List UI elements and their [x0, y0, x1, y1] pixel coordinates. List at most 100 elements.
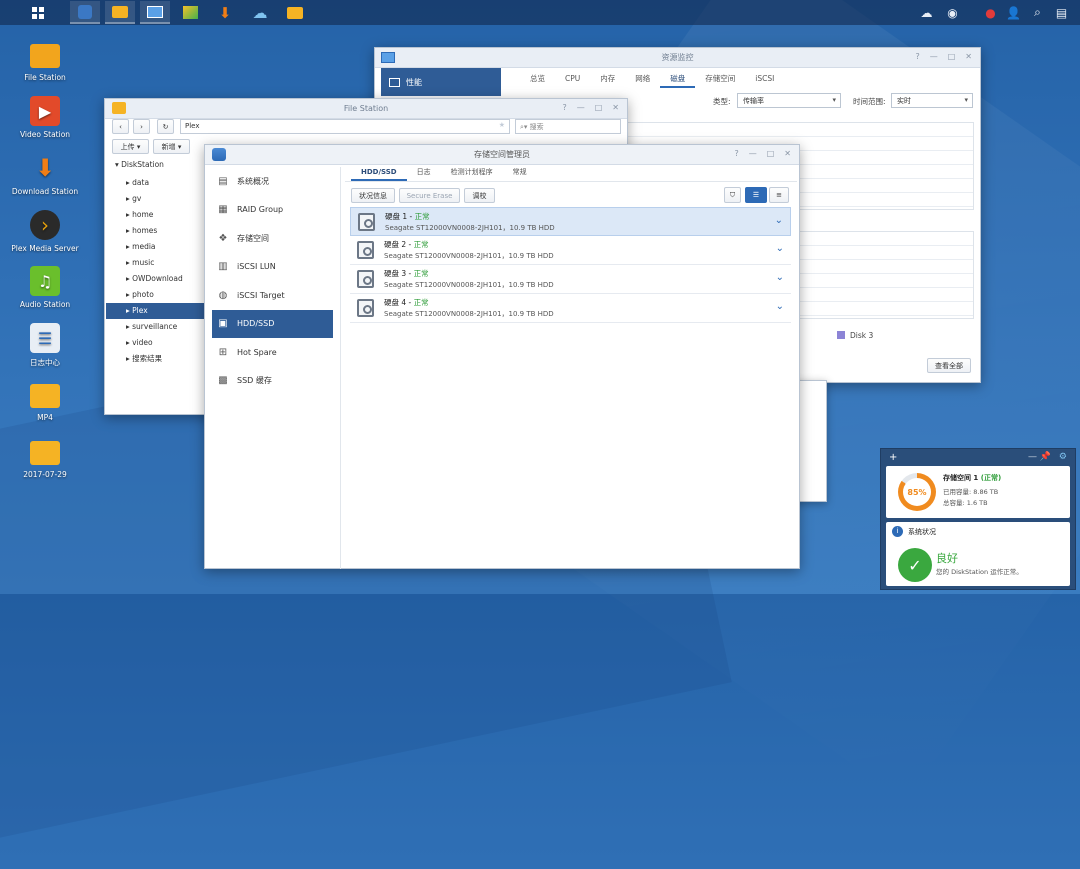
secure-erase-button[interactable]: Secure Erase [399, 188, 460, 203]
taskbar-file-station[interactable] [105, 1, 135, 24]
desktop-icon[interactable]: ⬇ Download Station [8, 153, 82, 196]
status-icon[interactable]: ◉ [944, 4, 961, 21]
sm-tab[interactable]: 检测计划程序 [441, 163, 503, 181]
folder-tree-item[interactable]: ▸ 搜索结果 [106, 351, 206, 367]
rm-tab[interactable]: 磁盘 [660, 70, 696, 88]
cloud-sync-icon[interactable]: ☁ [918, 4, 935, 21]
close-icon[interactable]: ✕ [784, 149, 791, 158]
folder-tree-item[interactable]: ▸ homes [106, 223, 206, 239]
pin-icon[interactable]: 📌 [1040, 452, 1051, 462]
close-icon[interactable]: ✕ [612, 103, 619, 112]
folder-tree-item[interactable]: ▸ music [106, 255, 206, 271]
status-info-button[interactable]: 状况信息 [351, 188, 395, 203]
taskbar-photo[interactable] [175, 1, 205, 24]
maximize-icon[interactable]: □ [948, 52, 956, 61]
rm-tab[interactable]: 内存 [590, 70, 625, 88]
new-button[interactable]: 新增 ▾ [153, 139, 190, 154]
chevron-down-icon[interactable]: ⌄ [776, 301, 784, 312]
adjust-button[interactable]: 调校 [464, 188, 495, 203]
taskbar-resource-monitor[interactable] [140, 1, 170, 24]
chevron-down-icon[interactable]: ⌄ [775, 215, 783, 226]
filter-button[interactable]: ⛉ [724, 187, 741, 203]
folder-tree-item[interactable]: ▸ media [106, 239, 206, 255]
desktop-icon[interactable]: ☰ 日志中心 [8, 323, 82, 368]
notification-icon[interactable]: ● [982, 4, 999, 21]
folder-tree-item[interactable]: ▸ OWDownload [106, 271, 206, 287]
minimize-icon[interactable]: — [577, 103, 585, 112]
widgets-icon[interactable]: ▤ [1053, 4, 1070, 21]
disk-row[interactable]: 硬盘 3 - 正常 Seagate ST12000VN0008-2JH101，10… [350, 265, 791, 294]
rm-tab[interactable]: 总览 [520, 70, 555, 88]
back-button[interactable]: ‹ [112, 119, 129, 134]
detail-view-button[interactable]: ☰ [745, 187, 767, 203]
desktop-icon-label: 日志中心 [30, 358, 60, 367]
folder-tree-item[interactable]: ▸ home [106, 207, 206, 223]
desktop-icon[interactable]: File Station [8, 40, 82, 82]
sm-side-item[interactable]: ▤ 系统概况 [205, 167, 340, 196]
taskbar-download[interactable]: ⬇ [210, 1, 240, 24]
star-icon[interactable]: ★ [499, 121, 505, 129]
sm-tab[interactable]: HDD/SSD [351, 163, 407, 181]
maximize-icon[interactable]: □ [595, 103, 603, 112]
rm-tab[interactable]: 存储空间 [695, 70, 745, 88]
help-icon[interactable]: ? [562, 103, 566, 112]
taskbar-storage-manager[interactable] [70, 1, 100, 24]
sm-side-item[interactable]: ◍ iSCSI Target [205, 281, 340, 310]
chevron-down-icon[interactable]: ⌄ [776, 243, 784, 254]
search-field[interactable]: ⌕▾ 搜索 [515, 119, 621, 134]
rm-tab[interactable]: CPU [555, 70, 590, 88]
rm-tab[interactable]: iSCSI [745, 70, 784, 88]
desktop-icon[interactable]: MP4 [8, 380, 82, 422]
main-menu-button[interactable] [23, 1, 53, 24]
path-field[interactable]: Plex ★ [180, 119, 510, 134]
folder-tree-item[interactable]: ▸ surveillance [106, 319, 206, 335]
minimize-icon[interactable]: — [930, 52, 938, 61]
desktop-icon[interactable]: ♫ Audio Station [8, 266, 82, 309]
upload-button[interactable]: 上传 ▾ [112, 139, 149, 154]
minimize-icon[interactable]: — [1028, 452, 1037, 462]
close-icon[interactable]: ✕ [965, 52, 972, 61]
help-icon[interactable]: ? [915, 52, 919, 61]
disk-row[interactable]: 硬盘 2 - 正常 Seagate ST12000VN0008-2JH101，10… [350, 236, 791, 265]
folder-tree-item[interactable]: ▸ data [106, 175, 206, 191]
window-titlebar[interactable]: 资源监控 ? — □ ✕ [375, 48, 980, 68]
forward-button[interactable]: › [133, 119, 150, 134]
folder-tree-item[interactable]: ▸ video [106, 335, 206, 351]
sm-side-item[interactable]: ⊞ Hot Spare [205, 338, 340, 367]
help-icon[interactable]: ? [734, 149, 738, 158]
desktop-icon[interactable]: ▶ Video Station [8, 96, 82, 139]
view-all-button[interactable]: 查看全部 [927, 358, 971, 373]
add-widget-icon[interactable]: + [889, 452, 897, 463]
desktop-icon[interactable]: 2017-07-29 [8, 437, 82, 479]
sm-side-item[interactable]: ❖ 存储空间 [205, 224, 340, 253]
desktop-icon[interactable]: › Plex Media Server [8, 210, 82, 253]
sm-side-item[interactable]: ▥ iSCSI LUN [205, 253, 340, 282]
folder-tree-item[interactable]: ▸ photo [106, 287, 206, 303]
window-titlebar[interactable]: File Station ? — □ ✕ [105, 99, 627, 119]
window-titlebar[interactable]: 存储空间管理员 ? — □ ✕ [205, 145, 799, 165]
type-select[interactable]: 传输率 [737, 93, 841, 108]
folder-tree-item[interactable]: ▸ gv [106, 191, 206, 207]
folder-tree-item[interactable]: ▸ Plex [106, 303, 206, 319]
list-view-button[interactable]: ≡ [769, 187, 789, 203]
taskbar-cloud[interactable]: ☁ [245, 1, 275, 24]
taskbar-folder[interactable] [280, 1, 310, 24]
sm-tab[interactable]: 常规 [503, 163, 537, 181]
chevron-down-icon[interactable]: ⌄ [776, 272, 784, 283]
rm-tab[interactable]: 网络 [625, 70, 660, 88]
time-select[interactable]: 实时 [891, 93, 973, 108]
sm-side-item[interactable]: ▣ HDD/SSD [212, 309, 333, 338]
sm-tab[interactable]: 日志 [407, 163, 441, 181]
disk-row[interactable]: 硬盘 1 - 正常 Seagate ST12000VN0008-2JH101，10… [350, 207, 791, 236]
tree-root[interactable]: ▾ DiskStation [115, 160, 164, 169]
refresh-button[interactable]: ↻ [157, 119, 174, 134]
rm-side-performance[interactable]: 性能 [381, 68, 501, 96]
search-icon[interactable]: ⌕ [1029, 4, 1046, 21]
sm-side-item[interactable]: ▩ SSD 缓存 [205, 367, 340, 396]
user-icon[interactable]: 👤 [1005, 4, 1022, 21]
minimize-icon[interactable]: — [749, 149, 757, 158]
disk-row[interactable]: 硬盘 4 - 正常 Seagate ST12000VN0008-2JH101，10… [350, 294, 791, 323]
sm-side-item[interactable]: ▦ RAID Group [205, 196, 340, 225]
widget-settings-icon[interactable]: ⚙ [1059, 452, 1067, 462]
maximize-icon[interactable]: □ [767, 149, 775, 158]
